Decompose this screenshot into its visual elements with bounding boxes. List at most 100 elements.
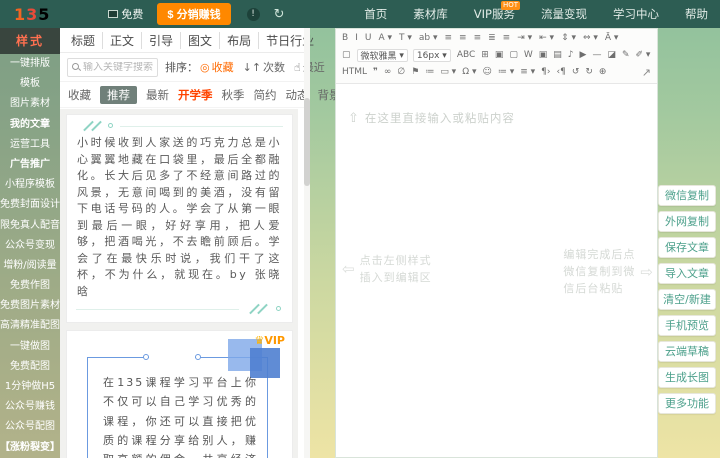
sidebar-item[interactable]: 小程序模板: [0, 175, 60, 195]
sidebar-item[interactable]: 【涨粉裂变】: [0, 438, 60, 458]
sidebar-item[interactable]: 限免真人配音: [0, 216, 60, 236]
sidebar-item[interactable]: 我的文章: [0, 115, 60, 135]
nav-item[interactable]: 学习中心: [613, 6, 659, 22]
template-card-quote[interactable]: 小时候收到人家送的巧克力总是小心翼翼地藏在口袋里，最后全都融化。长大后见多了不经…: [66, 114, 293, 323]
nav-item[interactable]: 帮助: [685, 6, 708, 22]
sidebar-item[interactable]: 一键排版: [0, 54, 60, 74]
highlight-color-icon[interactable]: ab ▾: [416, 31, 441, 46]
font-size-style-icon[interactable]: T ▾: [396, 31, 415, 46]
filter-chip[interactable]: 秋季: [222, 87, 245, 103]
template-card-vip[interactable]: ♛VIP 在135课程学习平台上你不仅可以自己学习优秀的课程，你还可以直接把优质…: [66, 330, 293, 458]
scrollbar-thumb[interactable]: [304, 98, 310, 186]
strikethrough-icon[interactable]: ABC: [454, 48, 478, 63]
sidebar-item[interactable]: 图片素材: [0, 94, 60, 114]
filter-chip[interactable]: 推荐: [100, 85, 137, 104]
blank-icon[interactable]: ▢: [506, 48, 521, 63]
image-icon[interactable]: ▣: [492, 48, 507, 63]
action-button[interactable]: 微信复制: [658, 185, 716, 206]
video-icon[interactable]: ▶: [577, 48, 590, 63]
style-tab[interactable]: 图文: [180, 31, 219, 49]
bold-icon[interactable]: B: [339, 31, 351, 46]
align-center-icon[interactable]: ≡: [456, 31, 470, 46]
eraser-icon[interactable]: ◪: [604, 48, 619, 63]
columns-icon[interactable]: ≔: [422, 65, 437, 80]
action-button[interactable]: 手机预览: [658, 315, 716, 336]
outdent-icon[interactable]: ⇤ ▾: [536, 31, 557, 46]
free-menu[interactable]: 免费: [108, 6, 143, 22]
sidebar-item[interactable]: 广告推广: [0, 155, 60, 175]
expand-editor-icon[interactable]: ↗: [642, 66, 654, 79]
html-source-icon[interactable]: HTML: [339, 65, 370, 80]
style-tab[interactable]: 正文: [102, 31, 141, 49]
sidebar-item[interactable]: 公众号配图: [0, 417, 60, 437]
sort-favorite[interactable]: ◎ 收藏: [200, 59, 234, 75]
sidebar-item[interactable]: 增粉/阅读量: [0, 256, 60, 276]
align-left-icon[interactable]: ≡: [441, 31, 455, 46]
action-button[interactable]: 导入文章: [658, 263, 716, 284]
style-tab[interactable]: 引导: [141, 31, 180, 49]
font-size-select[interactable]: 16px ▾: [412, 49, 451, 62]
flag-icon[interactable]: ⚑: [408, 65, 422, 80]
pen-icon[interactable]: ✐ ▾: [633, 48, 654, 63]
unlink-icon[interactable]: ∅: [394, 65, 408, 80]
emoji-icon[interactable]: ☺: [479, 65, 494, 80]
new-doc-icon[interactable]: ▢: [339, 48, 354, 63]
sidebar-item[interactable]: 一键做图: [0, 337, 60, 357]
zoom-search-icon[interactable]: ⊕: [596, 65, 610, 80]
action-button[interactable]: 清空/新建: [658, 289, 716, 310]
gallery-icon[interactable]: ▤: [550, 48, 565, 63]
undo-icon[interactable]: ↺: [569, 65, 583, 80]
logo-135[interactable]: 135: [14, 5, 50, 24]
font-color-icon[interactable]: A ▾: [375, 31, 395, 46]
music-icon[interactable]: ♪: [565, 48, 577, 63]
action-button[interactable]: 生成长图: [658, 367, 716, 388]
action-button[interactable]: 保存文章: [658, 237, 716, 258]
panel-scrollbar[interactable]: [304, 28, 310, 458]
refresh-icon[interactable]: ↻: [274, 7, 285, 22]
table-icon[interactable]: ⊞: [478, 48, 492, 63]
sidebar-item[interactable]: 公众号变现: [0, 236, 60, 256]
underline-icon[interactable]: U: [362, 31, 375, 46]
special-char-icon[interactable]: Ω ▾: [459, 65, 479, 80]
hr-icon[interactable]: —: [589, 48, 604, 63]
font-family-select[interactable]: 微软雅黑 ▾: [356, 49, 408, 62]
redo-icon[interactable]: ↻: [582, 65, 596, 80]
sort-count[interactable]: ↓↑ 次数: [243, 59, 285, 75]
align-right-icon[interactable]: ≡: [471, 31, 485, 46]
filter-chip[interactable]: 开学季: [178, 87, 213, 103]
info-icon[interactable]: !: [246, 7, 260, 21]
sidebar-item[interactable]: 运营工具: [0, 135, 60, 155]
ltr-icon[interactable]: ¶›: [538, 65, 553, 80]
nav-item[interactable]: 素材库: [413, 6, 448, 22]
sidebar-item[interactable]: 免费配图: [0, 357, 60, 377]
search-input[interactable]: [83, 61, 153, 73]
clear-format-icon[interactable]: Ā ▾: [602, 31, 622, 46]
action-button[interactable]: 云端草稿: [658, 341, 716, 362]
line-height-icon[interactable]: ⇕ ▾: [558, 31, 579, 46]
ordered-list-icon[interactable]: ≔ ▾: [495, 65, 517, 80]
container-icon[interactable]: ▭ ▾: [437, 65, 459, 80]
editor-canvas[interactable]: ⇧ 在这里直接输入或粘贴内容 ⇦ 点击左侧样式 插入到编辑区 编辑完成后点 微信复制…: [336, 84, 657, 458]
nav-item[interactable]: 流量变现: [541, 6, 587, 22]
sidebar-item[interactable]: 免费作图: [0, 276, 60, 296]
filter-chip[interactable]: 收藏: [68, 87, 91, 103]
align-top-icon[interactable]: ≡: [500, 31, 514, 46]
link-icon[interactable]: ∞: [381, 65, 395, 80]
filter-chip[interactable]: 简约: [254, 87, 277, 103]
sidebar-item[interactable]: 免费图片素材: [0, 296, 60, 316]
sidebar-item[interactable]: 公众号赚钱: [0, 397, 60, 417]
format-brush-icon[interactable]: ✎: [619, 48, 633, 63]
rtl-icon[interactable]: ‹¶: [554, 65, 569, 80]
style-tab[interactable]: 标题: [64, 32, 102, 49]
sidebar-item-style-active[interactable]: 样式: [0, 28, 60, 54]
indent-icon[interactable]: ⇥ ▾: [514, 31, 535, 46]
distribute-earn-button[interactable]: $ 分销赚钱: [157, 3, 231, 25]
image-upload-icon[interactable]: ▣: [536, 48, 551, 63]
sidebar-item[interactable]: 模板: [0, 74, 60, 94]
align-justify-icon[interactable]: ≣: [485, 31, 499, 46]
search-box[interactable]: [67, 57, 158, 77]
sidebar-item[interactable]: 免费封面设计: [0, 195, 60, 215]
blockquote-icon[interactable]: ❞: [370, 65, 381, 80]
style-tab[interactable]: 布局: [219, 31, 258, 49]
action-button[interactable]: 更多功能: [658, 393, 716, 414]
